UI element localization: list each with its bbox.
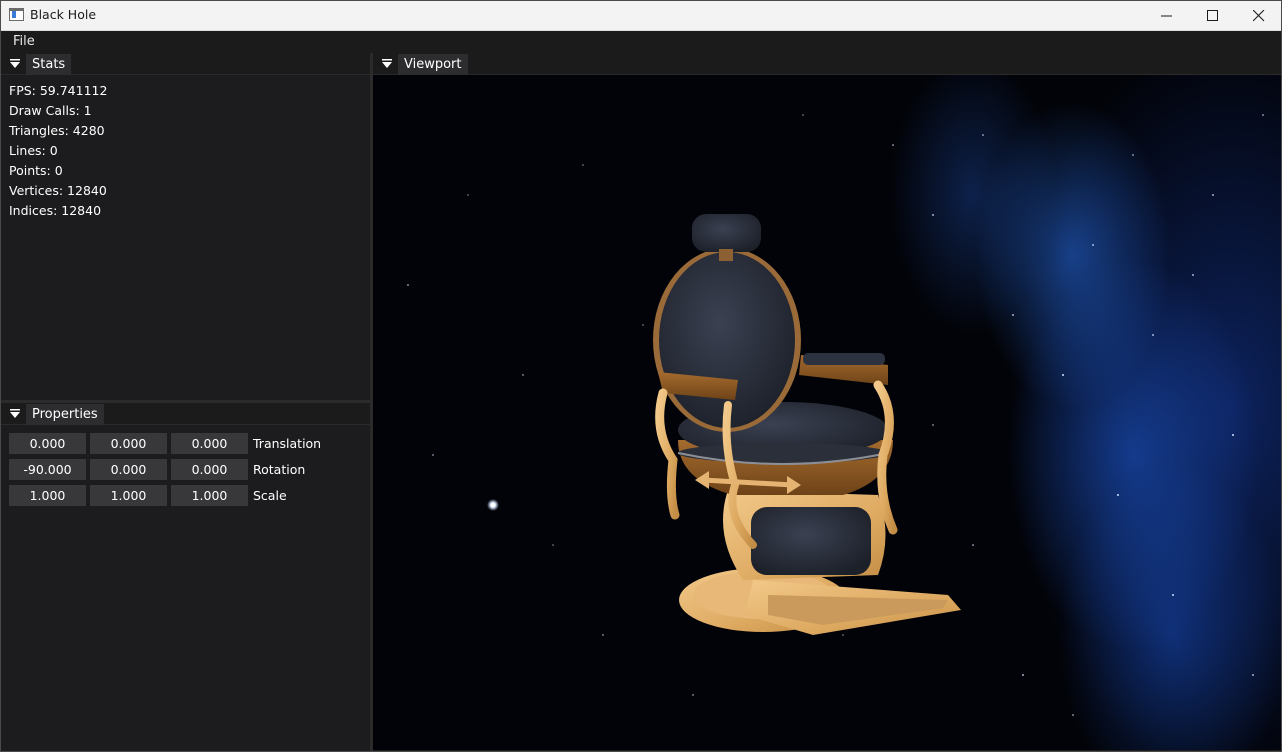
rotation-z-field[interactable]: 0.000 [171,459,248,480]
translation-label: Translation [253,436,322,451]
minimize-button[interactable] [1144,0,1190,31]
tab-properties[interactable]: Properties [26,404,104,425]
close-icon [1253,10,1265,22]
scale-z-field[interactable]: 1.000 [171,485,248,506]
translation-z-field[interactable]: 0.000 [171,433,248,454]
tab-viewport[interactable]: Viewport [398,54,468,75]
rotation-label: Rotation [253,462,306,477]
stat-draw-calls: Draw Calls: 1 [9,103,92,118]
maximize-button[interactable] [1190,0,1236,31]
menu-file[interactable]: File [13,34,35,49]
viewport-panel-header: Viewport [373,53,1281,75]
stat-fps: FPS: 59.741112 [9,83,108,98]
app-icon [9,8,24,21]
collapse-triangle-icon[interactable] [9,58,21,70]
translation-x-field[interactable]: 0.000 [9,433,86,454]
rotation-y-field[interactable]: 0.000 [90,459,167,480]
properties-panel: Properties 0.000 0.000 0.000 Translation… [1,403,370,750]
stats-panel: Stats FPS: 59.741112 Draw Calls: 1 Trian… [1,53,370,400]
stat-triangles: Triangles: 4280 [9,123,105,138]
stat-lines: Lines: 0 [9,143,58,158]
stat-indices: Indices: 12840 [9,203,102,218]
stat-vertices: Vertices: 12840 [9,183,107,198]
scene-render [407,114,1264,716]
viewport-scene[interactable] [373,75,1281,750]
tab-stats[interactable]: Stats [26,54,72,75]
barber-chair-model[interactable] [653,214,961,635]
stats-panel-header: Stats [1,53,370,75]
title-bar: Black Hole [0,0,1282,31]
close-button[interactable] [1236,0,1282,31]
window-title: Black Hole [30,7,97,22]
stat-points: Points: 0 [9,163,63,178]
maximize-icon [1207,10,1218,21]
menu-bar: File [0,31,1282,53]
rotation-x-field[interactable]: -90.000 [9,459,86,480]
scale-label: Scale [253,488,287,503]
properties-panel-header: Properties [1,403,370,425]
collapse-triangle-icon[interactable] [9,408,21,420]
translation-y-field[interactable]: 0.000 [90,433,167,454]
scale-x-field[interactable]: 1.000 [9,485,86,506]
scale-y-field[interactable]: 1.000 [90,485,167,506]
collapse-triangle-icon[interactable] [381,58,393,70]
minimize-icon [1161,15,1172,17]
viewport-panel: Viewport [373,53,1281,750]
